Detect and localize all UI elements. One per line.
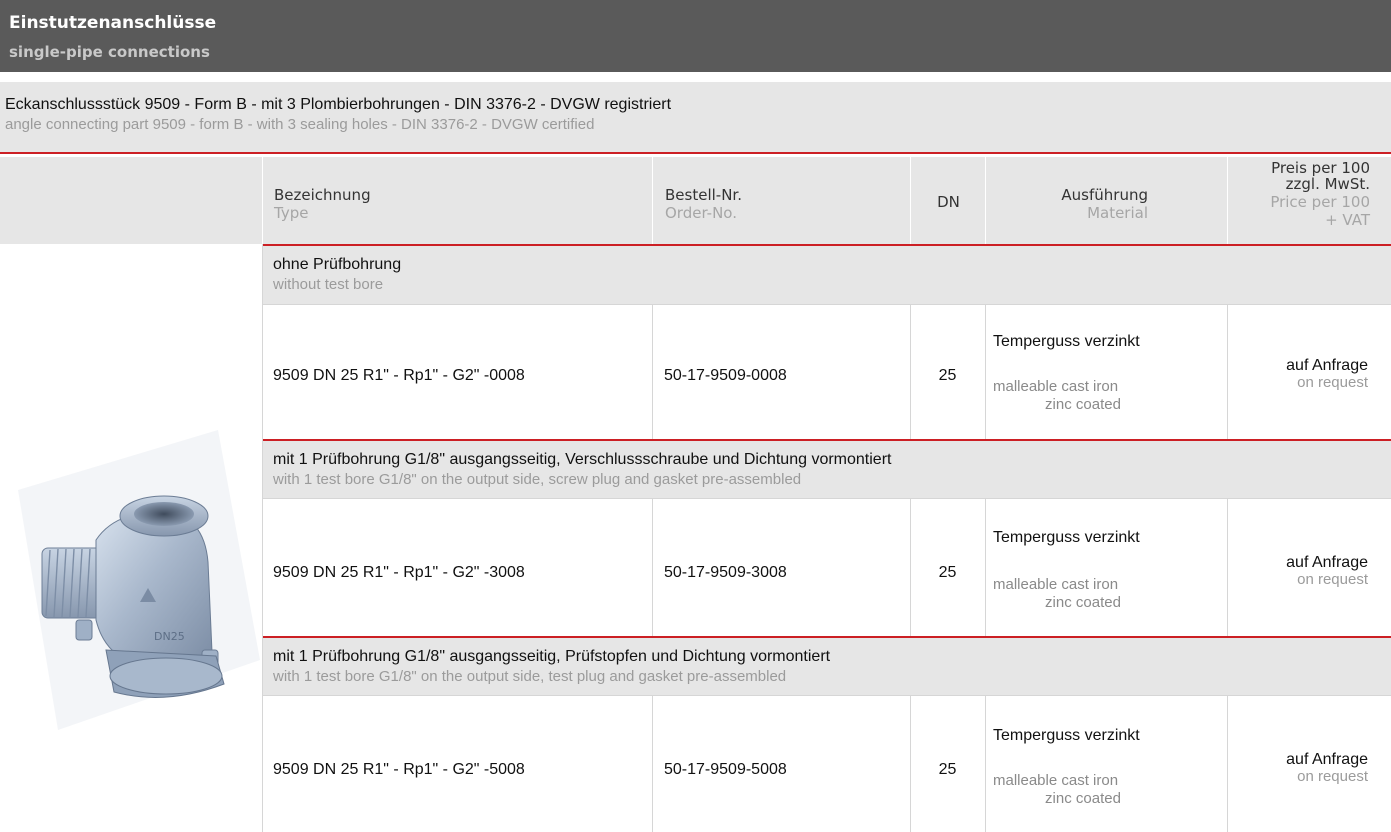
header-price-en-2: + VAT (1325, 211, 1370, 229)
group-title-de: ohne Prüfbohrung (273, 256, 402, 273)
column-divider (652, 304, 653, 439)
column-divider (1227, 498, 1228, 636)
row-divider (262, 498, 1391, 499)
row-divider (262, 304, 1391, 305)
header-price-de-2: zzgl. MwSt. (1285, 175, 1370, 193)
column-divider (985, 304, 986, 439)
cell-material-en-2: zinc coated (1045, 594, 1121, 611)
cell-dn: 25 (938, 761, 957, 778)
cell-type: 9509 DN 25 R1" - Rp1" - G2" -5008 (273, 761, 525, 778)
section-title-de: Einstutzenanschlüsse (9, 13, 217, 33)
cell-material-en-2: zinc coated (1045, 790, 1121, 807)
column-divider (652, 498, 653, 636)
cell-material-en-1: malleable cast iron (993, 772, 1119, 789)
header-order-de: Bestell-Nr. (665, 186, 742, 204)
cell-price-en: on request (1297, 571, 1368, 588)
section-header: Einstutzenanschlüsse single-pipe connect… (0, 0, 1391, 72)
column-divider (262, 244, 263, 832)
pipe-fitting-photo: DN25 (18, 430, 260, 730)
cell-dn: 25 (938, 367, 957, 384)
cell-order-no: 50-17-9509-5008 (664, 761, 787, 778)
header-price: Preis per 100 zzgl. MwSt. Price per 100 … (1227, 157, 1391, 244)
cell-dn: 25 (938, 564, 957, 581)
header-price-de-1: Preis per 100 (1271, 159, 1370, 177)
column-divider (910, 304, 911, 439)
header-order-no: Bestell-Nr. Order-No. (652, 157, 911, 244)
header-material: Ausführung Material (985, 157, 1228, 244)
svg-text:DN25: DN25 (154, 630, 185, 643)
group-title-en: without test bore (273, 276, 384, 293)
group-heading: mit 1 Prüfbohrung G1/8" ausgangsseitig, … (263, 638, 1391, 695)
header-order-en: Order-No. (665, 204, 737, 222)
column-divider (910, 695, 911, 832)
group-heading: ohne Prüfbohrung without test bore (263, 246, 1391, 304)
group-title-de: mit 1 Prüfbohrung G1/8" ausgangsseitig, … (273, 451, 892, 468)
group-title-en: with 1 test bore G1/8" on the output sid… (273, 668, 787, 685)
header-dn: DN (910, 157, 986, 244)
header-material-de: Ausführung (1061, 186, 1148, 204)
header-type: Bezeichnung Type (262, 157, 653, 244)
cell-order-no: 50-17-9509-0008 (664, 367, 787, 384)
header-image-column (0, 157, 262, 244)
column-divider (985, 695, 986, 832)
cell-material-de: Temperguss verzinkt (993, 727, 1140, 744)
header-price-en-1: Price per 100 (1270, 193, 1370, 211)
header-type-de: Bezeichnung (274, 186, 371, 204)
product-description: Eckanschlussstück 9509 - Form B - mit 3 … (0, 82, 1391, 154)
cell-material-en-1: malleable cast iron (993, 378, 1119, 395)
cell-price-en: on request (1297, 374, 1368, 391)
group-title-en: with 1 test bore G1/8" on the output sid… (273, 471, 802, 488)
row-divider (262, 695, 1391, 696)
cell-price-de: auf Anfrage (1286, 554, 1368, 571)
header-type-en: Type (274, 204, 309, 222)
header-dn-label: DN (937, 193, 960, 211)
cell-material-en-1: malleable cast iron (993, 576, 1119, 593)
column-divider (985, 498, 986, 636)
cell-material-en-2: zinc coated (1045, 396, 1121, 413)
cell-price-de: auf Anfrage (1286, 751, 1368, 768)
cell-type: 9509 DN 25 R1" - Rp1" - G2" -0008 (273, 367, 525, 384)
product-description-de: Eckanschlussstück 9509 - Form B - mit 3 … (5, 96, 672, 113)
section-title-en: single-pipe connections (9, 43, 210, 61)
column-divider (910, 498, 911, 636)
column-divider (1227, 304, 1228, 439)
cell-material-de: Temperguss verzinkt (993, 333, 1140, 350)
group-heading: mit 1 Prüfbohrung G1/8" ausgangsseitig, … (263, 441, 1391, 498)
column-divider (1227, 695, 1228, 832)
product-description-en: angle connecting part 9509 - form B - wi… (5, 116, 595, 133)
group-title-de: mit 1 Prüfbohrung G1/8" ausgangsseitig, … (273, 648, 831, 665)
header-material-en: Material (1087, 204, 1148, 222)
column-divider (652, 695, 653, 832)
cell-type: 9509 DN 25 R1" - Rp1" - G2" -3008 (273, 564, 525, 581)
cell-order-no: 50-17-9509-3008 (664, 564, 787, 581)
table-header: Bezeichnung Type Bestell-Nr. Order-No. D… (0, 157, 1391, 244)
cell-price-en: on request (1297, 768, 1368, 785)
cell-price-de: auf Anfrage (1286, 357, 1368, 374)
cell-material-de: Temperguss verzinkt (993, 529, 1140, 546)
